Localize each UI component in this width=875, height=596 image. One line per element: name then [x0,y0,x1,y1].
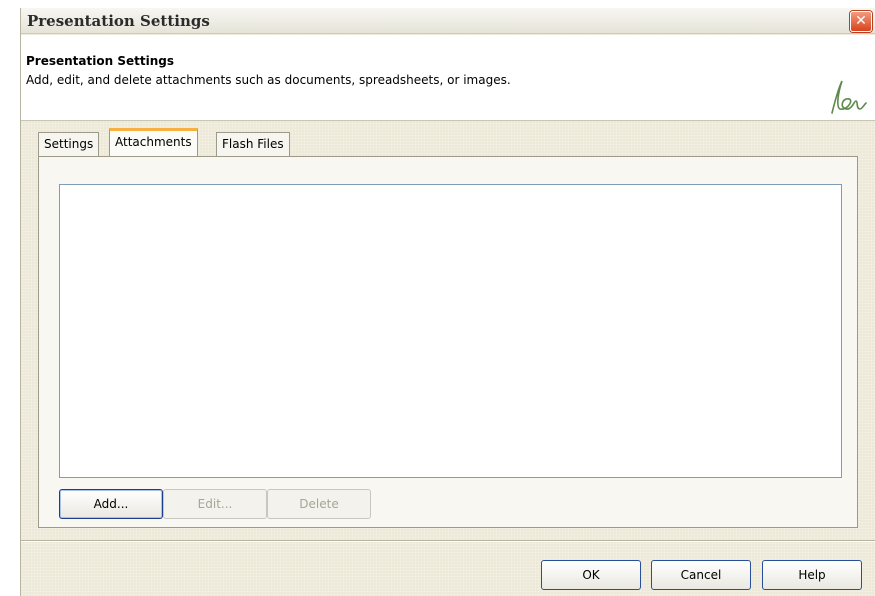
presentation-settings-dialog: Presentation Settings ✕ Presentation Set… [20,8,875,596]
cancel-button[interactable]: Cancel [651,560,751,590]
dialog-header: Presentation Settings Add, edit, and del… [21,35,875,121]
attachments-panel: Add... Edit... Delete [38,156,858,528]
header-title: Presentation Settings [26,54,174,68]
edit-button[interactable]: Edit... [163,489,267,519]
add-button[interactable]: Add... [59,489,163,519]
header-description: Add, edit, and delete attachments such a… [26,73,511,87]
window-title: Presentation Settings [27,12,210,30]
app-logo-icon [831,80,867,114]
ok-button[interactable]: OK [541,560,641,590]
tab-settings[interactable]: Settings [38,132,100,156]
tab-flash-files[interactable]: Flash Files [216,132,290,156]
close-icon: ✕ [855,13,867,29]
help-button[interactable]: Help [762,560,862,590]
footer-separator [21,540,875,542]
title-bar[interactable]: Presentation Settings ✕ [21,8,875,34]
tab-attachments[interactable]: Attachments [109,128,198,156]
close-button[interactable]: ✕ [850,11,872,32]
attachments-list[interactable] [59,184,842,478]
delete-button[interactable]: Delete [267,489,371,519]
